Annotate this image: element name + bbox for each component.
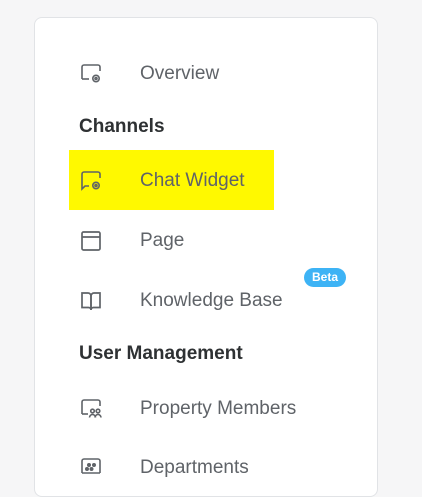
- sidebar-item-property-members[interactable]: Property Members: [35, 389, 377, 429]
- sidebar-item-overview[interactable]: Overview: [35, 54, 377, 94]
- sidebar-item-page[interactable]: Page: [35, 221, 377, 261]
- window-icon: [79, 229, 103, 253]
- sidebar-item-chat-widget[interactable]: Chat Widget: [35, 161, 377, 201]
- book-icon: [79, 289, 103, 313]
- sidebar-item-departments[interactable]: Departments: [35, 448, 377, 488]
- sidebar-item-label: Departments: [140, 457, 249, 478]
- sidebar-item-label: Chat Widget: [140, 170, 245, 191]
- sidebar-panel: Overview Channels Chat Widget Page Beta: [34, 17, 378, 497]
- sidebar-item-knowledge-base[interactable]: Knowledge Base: [35, 281, 377, 321]
- sidebar-item-label: Overview: [140, 63, 220, 84]
- chat-gear-icon: [79, 169, 103, 193]
- channels-heading: Channels: [79, 116, 165, 137]
- user-management-heading: User Management: [79, 343, 243, 364]
- members-icon: [79, 397, 103, 421]
- sidebar-item-label: Page: [140, 230, 185, 251]
- monitor-gear-icon: [79, 62, 103, 86]
- departments-icon: [79, 456, 103, 480]
- sidebar-item-label: Knowledge Base: [140, 290, 283, 311]
- sidebar-item-label: Property Members: [140, 398, 297, 419]
